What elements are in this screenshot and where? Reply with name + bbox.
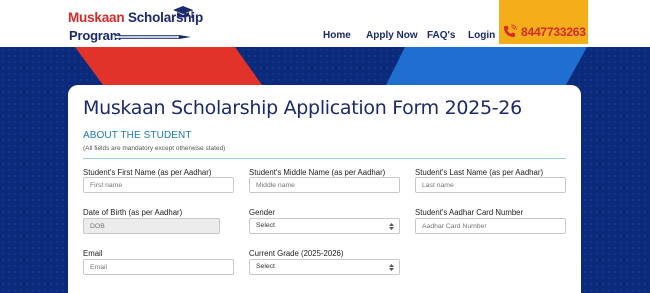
first-name-label: Student's First Name (as per Aadhar) — [83, 168, 212, 177]
logo-word-program: Program — [69, 28, 122, 43]
section-title: ABOUT THE STUDENT — [83, 130, 192, 141]
dob-input[interactable] — [83, 218, 220, 234]
nav-apply-now[interactable]: Apply Now — [366, 30, 418, 41]
nav-login[interactable]: Login — [468, 30, 495, 41]
aadhar-input[interactable] — [415, 218, 566, 234]
nav-home[interactable]: Home — [323, 30, 351, 41]
last-name-label: Student's Last Name (as per Aadhar) — [415, 168, 544, 177]
first-name-input[interactable] — [83, 177, 234, 193]
middle-name-input[interactable] — [249, 177, 400, 193]
email-input[interactable] — [83, 259, 234, 275]
select-arrows-icon — [389, 223, 394, 230]
nav-faqs[interactable]: FAQ's — [427, 30, 456, 41]
gender-select[interactable]: Select — [249, 218, 400, 234]
phone-contact[interactable]: 8447733263 — [499, 0, 588, 44]
site-header: Muskaan Scholarship Program Home Apply N… — [0, 0, 650, 47]
grade-select-value: Select — [256, 263, 275, 270]
form-title: Muskaan Scholarship Application Form 202… — [83, 97, 522, 119]
section-note: (All fields are mandatory except otherwi… — [83, 145, 226, 152]
phone-number: 8447733263 — [521, 25, 586, 39]
aadhar-label: Student's Aadhar Card Number — [415, 208, 524, 217]
site-logo[interactable]: Muskaan Scholarship Program — [68, 6, 203, 44]
logo-word-muskaan: Muskaan — [68, 10, 125, 25]
gender-select-value: Select — [256, 222, 275, 229]
section-divider — [83, 158, 566, 159]
graduation-cap-icon — [173, 6, 193, 18]
grade-select[interactable]: Select — [249, 259, 400, 275]
last-name-input[interactable] — [415, 177, 566, 193]
gender-label: Gender — [249, 208, 276, 217]
application-form-card: Muskaan Scholarship Application Form 202… — [68, 85, 581, 293]
middle-name-label: Student's Middle Name (as per Aadhar) — [249, 168, 386, 177]
phone-icon — [503, 24, 517, 38]
email-label: Email — [83, 249, 103, 258]
grade-label: Current Grade (2025-2026) — [249, 249, 344, 258]
dob-label: Date of Birth (as per Aadhar) — [83, 208, 183, 217]
select-arrows-icon — [389, 264, 394, 271]
pencil-icon — [115, 35, 191, 39]
